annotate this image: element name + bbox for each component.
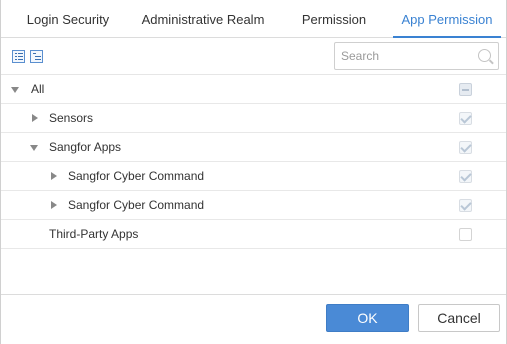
ok-button[interactable]: OK — [326, 304, 409, 332]
tree-row-sangfor-apps[interactable]: Sangfor Apps — [1, 133, 506, 162]
expand-arrow-icon[interactable] — [51, 172, 57, 180]
tree-row-checkbox[interactable] — [459, 141, 472, 154]
tree-row-sangfor-cyber-command[interactable]: Sangfor Cyber Command — [1, 191, 506, 220]
dialog-footer: OK Cancel — [1, 294, 506, 344]
tree-row-checkbox[interactable] — [459, 170, 472, 183]
search-icon[interactable] — [478, 49, 491, 62]
tree-row-label: Sangfor Cyber Command — [68, 198, 205, 212]
tree-row-label: Third-Party Apps — [49, 227, 139, 241]
tab-bar: Login Security Administrative Realm Perm… — [1, 0, 506, 38]
tree-row-all[interactable]: All — [1, 75, 506, 104]
tree-row-checkbox[interactable] — [459, 112, 472, 125]
cancel-button[interactable]: Cancel — [418, 304, 500, 332]
tree-row-label: Sensors — [49, 111, 94, 125]
collapse-all-icon[interactable] — [30, 50, 43, 63]
tree-row-checkbox[interactable] — [459, 83, 472, 96]
tree-row-label: Sangfor Cyber Command — [68, 169, 205, 183]
tree-row-label: All — [31, 82, 45, 96]
search-input[interactable] — [341, 47, 471, 65]
tree-row-sensors[interactable]: Sensors — [1, 104, 506, 133]
tree-row-third-party-apps[interactable]: Third-Party Apps — [1, 220, 506, 249]
expand-arrow-icon[interactable] — [51, 201, 57, 209]
tree-row-checkbox[interactable] — [459, 199, 472, 212]
tab-login-security[interactable]: Login Security — [21, 0, 115, 38]
tree-row-sangfor-cyber-command[interactable]: Sangfor Cyber Command — [1, 162, 506, 191]
expand-all-icon[interactable] — [12, 50, 25, 63]
tab-app-permission[interactable]: App Permission — [393, 0, 501, 38]
tree-row-label: Sangfor Apps — [49, 140, 122, 154]
tab-administrative-realm[interactable]: Administrative Realm — [139, 0, 267, 38]
collapse-arrow-icon[interactable] — [11, 87, 19, 93]
app-permission-dialog: Login Security Administrative Realm Perm… — [0, 0, 507, 344]
tree-row-checkbox[interactable] — [459, 228, 472, 241]
tree-toolbar — [1, 39, 506, 75]
collapse-arrow-icon[interactable] — [30, 145, 38, 151]
tab-permission[interactable]: Permission — [297, 0, 371, 38]
expand-arrow-icon[interactable] — [32, 114, 38, 122]
search-box — [334, 42, 499, 70]
